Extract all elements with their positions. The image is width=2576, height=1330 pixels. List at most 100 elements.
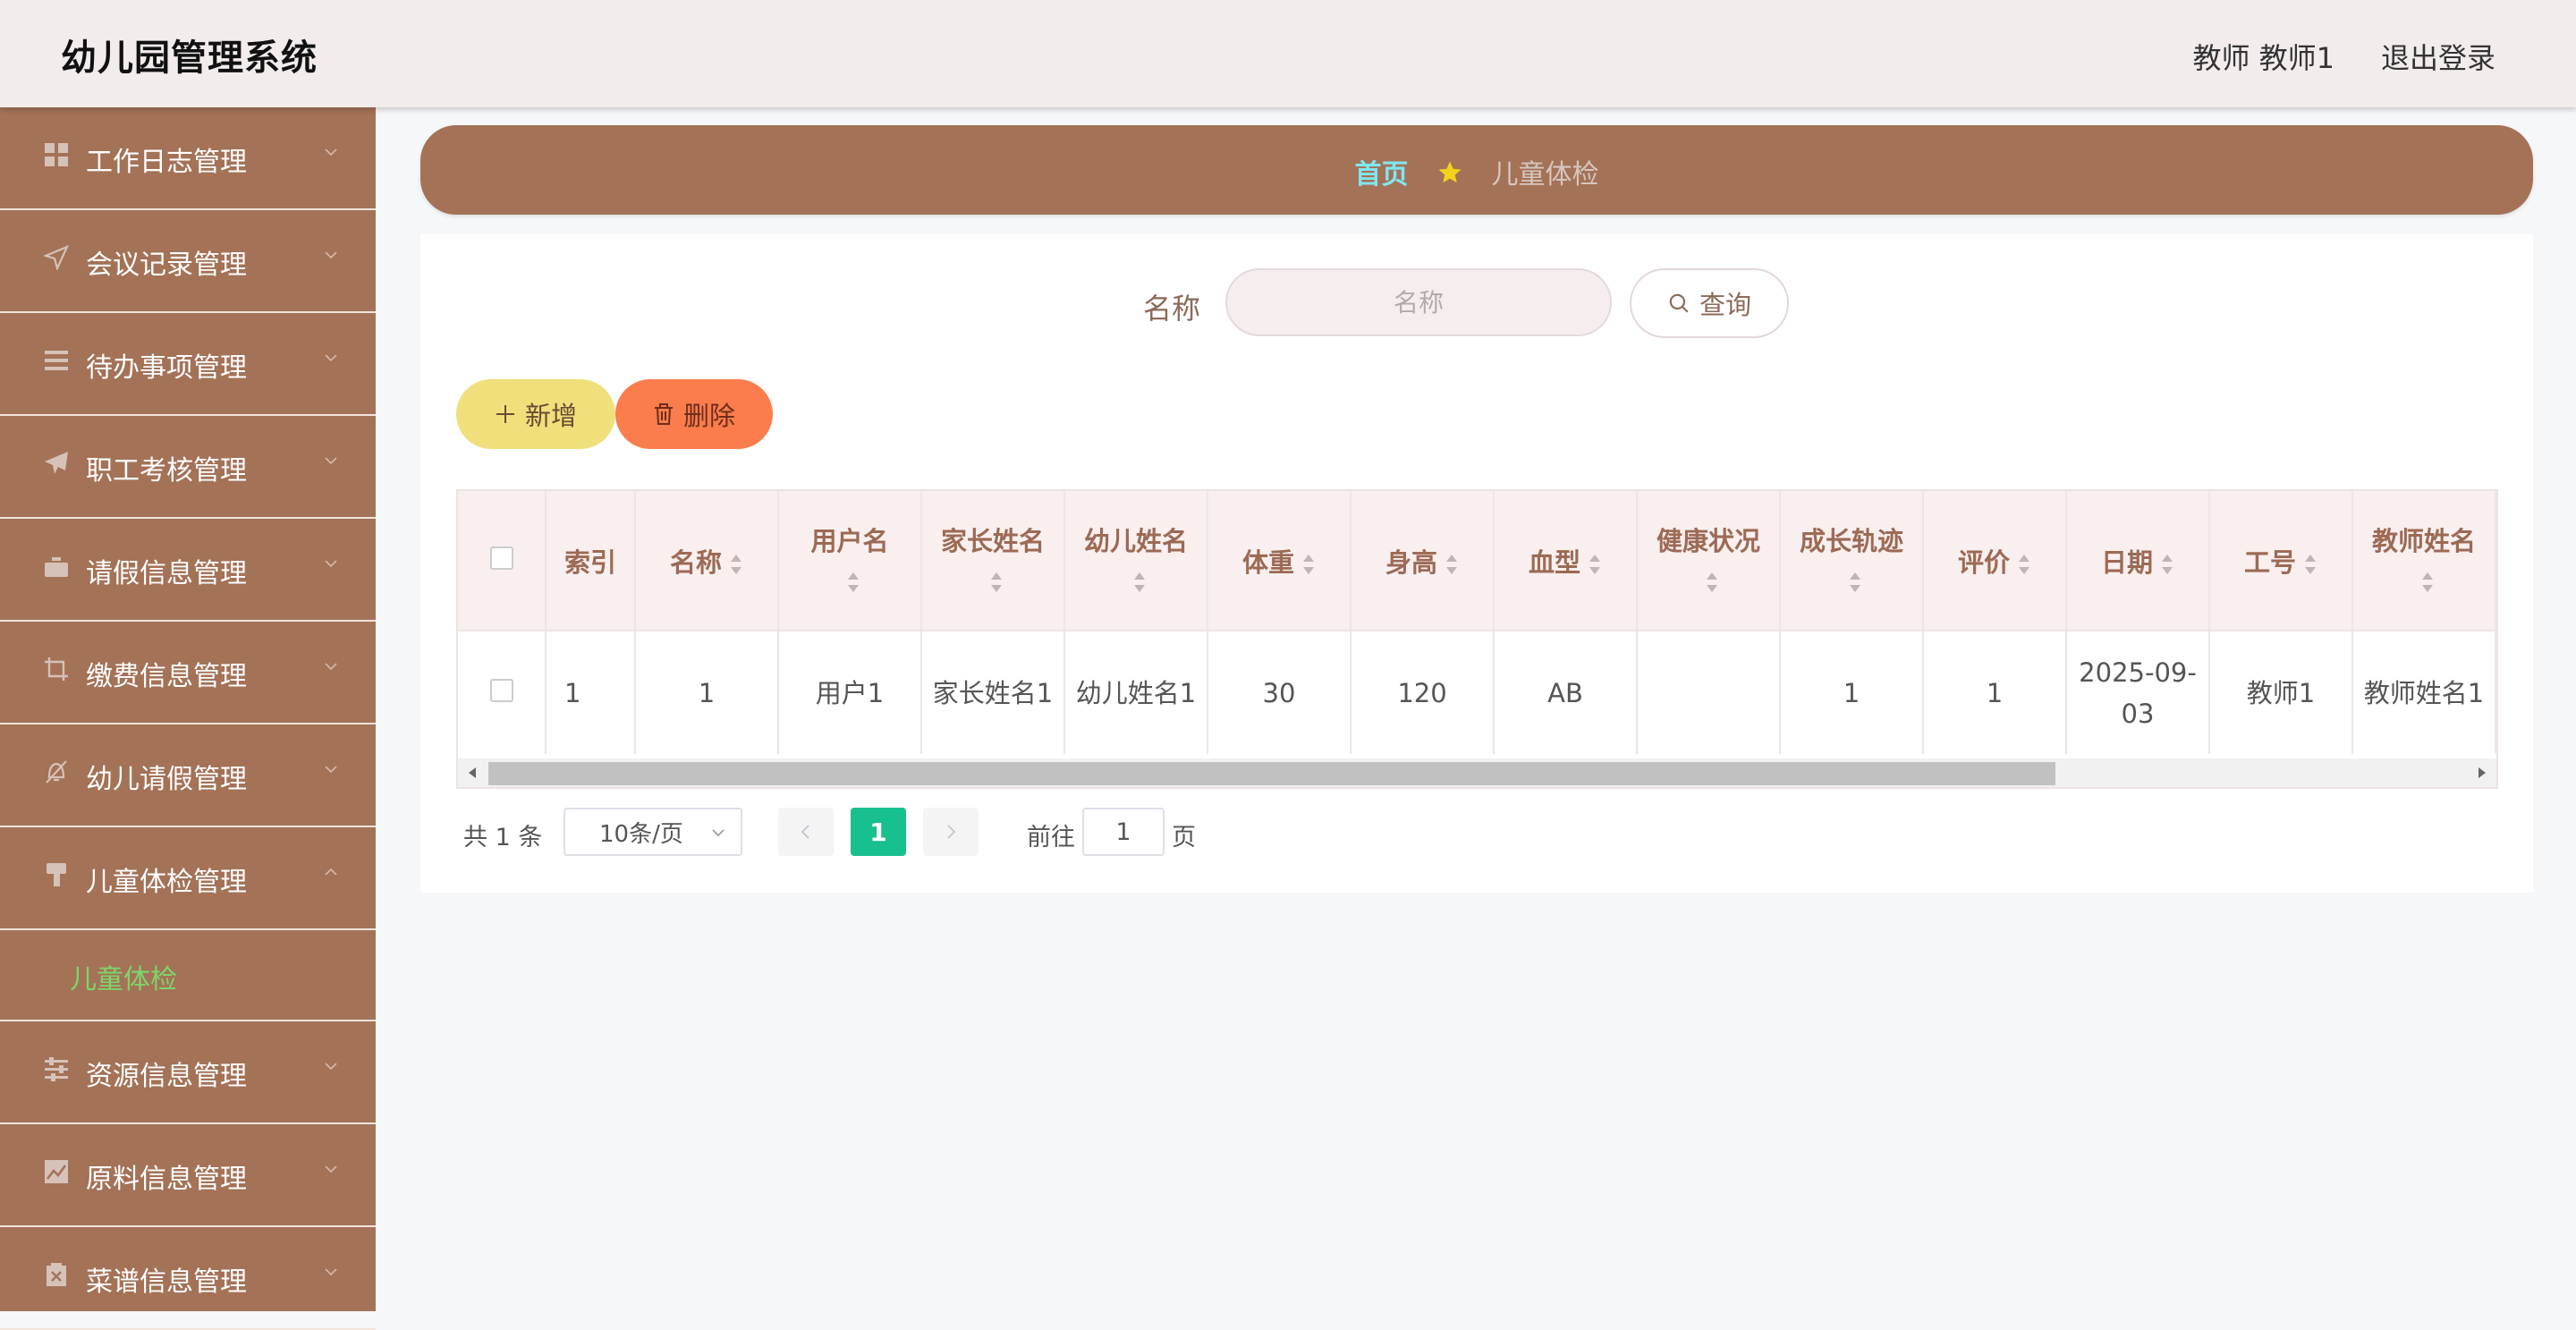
table-cell: AB bbox=[1494, 631, 1638, 754]
paper-plane-icon bbox=[43, 450, 70, 477]
sidebar-item-resource[interactable]: 资源信息管理 bbox=[0, 1021, 376, 1124]
column-header[interactable]: 幼儿姓名 bbox=[1064, 491, 1208, 631]
chevron-down-icon bbox=[325, 251, 337, 259]
table-row[interactable]: 1 1 用户1 家长姓名1 幼儿姓名1 30 120 AB 1 1 2025-0… bbox=[458, 631, 2496, 754]
column-header[interactable]: 工号 bbox=[2209, 491, 2353, 631]
column-header[interactable]: 评价 bbox=[1923, 491, 2067, 631]
column-header-label: 成长轨迹 bbox=[1799, 525, 1903, 556]
sort-icon[interactable] bbox=[2420, 571, 2435, 594]
scroll-right-icon[interactable] bbox=[2477, 766, 2487, 780]
current-user: 教师 教师1 bbox=[2192, 41, 2334, 75]
add-button[interactable]: 新增 bbox=[456, 379, 615, 449]
star-icon bbox=[1436, 159, 1463, 193]
chevron-down-icon bbox=[325, 1268, 337, 1276]
sidebar-item-recipe[interactable]: 菜谱信息管理 bbox=[0, 1227, 376, 1330]
column-header[interactable]: 成长轨迹 bbox=[1780, 491, 1924, 631]
plus-icon bbox=[495, 403, 516, 425]
scrollbar-thumb[interactable] bbox=[488, 762, 2055, 785]
next-page-button[interactable] bbox=[923, 808, 979, 856]
page-number-current[interactable]: 1 bbox=[851, 808, 906, 856]
column-header[interactable]: 血型 bbox=[1494, 491, 1638, 631]
sort-icon[interactable] bbox=[989, 571, 1004, 594]
table-cell: 1 bbox=[1780, 631, 1924, 754]
search-input[interactable] bbox=[1225, 268, 1612, 336]
sort-icon[interactable] bbox=[1445, 553, 1459, 576]
breadcrumb: 首页 儿童体检 bbox=[420, 125, 2533, 215]
sort-icon[interactable] bbox=[1705, 571, 1719, 594]
sort-icon[interactable] bbox=[846, 571, 860, 594]
sidebar-item-work-log[interactable]: 工作日志管理 bbox=[0, 107, 376, 210]
column-header[interactable]: 用户名 bbox=[778, 491, 922, 631]
query-button[interactable]: 查询 bbox=[1630, 268, 1789, 338]
sort-icon[interactable] bbox=[2017, 553, 2031, 576]
chevron-down-icon bbox=[325, 766, 337, 774]
suitcase-icon bbox=[43, 553, 70, 580]
sort-icon[interactable] bbox=[2160, 553, 2174, 576]
prev-page-button[interactable] bbox=[778, 808, 834, 856]
column-header[interactable]: 日期 bbox=[2066, 491, 2210, 631]
column-header[interactable]: 身高 bbox=[1351, 491, 1495, 631]
column-header-label: 健康状况 bbox=[1656, 525, 1760, 556]
chevron-down-icon bbox=[325, 560, 337, 568]
chevron-down-icon bbox=[325, 1063, 337, 1071]
column-header[interactable]: 教师姓名 bbox=[2352, 491, 2496, 631]
column-header-label: 日期 bbox=[2100, 546, 2153, 578]
chevron-down-icon bbox=[325, 663, 337, 671]
goto-page-input[interactable] bbox=[1082, 808, 1165, 856]
breadcrumb-home[interactable]: 首页 bbox=[1354, 159, 1408, 191]
sidebar: 工作日志管理 会议记录管理 待办事项管理 职工考核管理 请假信息管理 缴费信息管 bbox=[0, 107, 376, 1330]
select-all-checkbox[interactable] bbox=[489, 546, 513, 570]
horizontal-scrollbar[interactable] bbox=[458, 758, 2496, 787]
sidebar-item-child-leave[interactable]: 幼儿请假管理 bbox=[0, 724, 376, 827]
column-header-label: 工号 bbox=[2243, 546, 2296, 578]
sidebar-item-meeting[interactable]: 会议记录管理 bbox=[0, 210, 376, 313]
column-header[interactable]: 体重 bbox=[1208, 491, 1352, 631]
top-header: 幼儿园管理系统 教师 教师1 退出登录 bbox=[0, 0, 2576, 107]
column-header[interactable]: 名称 bbox=[635, 491, 779, 631]
column-header[interactable]: 家长姓名 bbox=[921, 491, 1065, 631]
pagination-total: 共 1 条 bbox=[463, 824, 543, 851]
delete-button[interactable]: 删除 bbox=[615, 379, 773, 449]
sidebar-item-label: 幼儿请假管理 bbox=[86, 764, 247, 795]
data-table: 索引 名称 用户名 家长姓名 幼儿姓名 体重 身高 血型 健康状况 成长轨迹 评… bbox=[456, 489, 2498, 789]
sidebar-item-child-checkup[interactable]: 儿童体检管理 bbox=[0, 827, 376, 930]
row-checkbox[interactable] bbox=[489, 678, 513, 702]
table-cell: 2025-09-03 bbox=[2066, 631, 2210, 754]
column-header: 索引 bbox=[546, 491, 636, 631]
sidebar-item-staff-review[interactable]: 职工考核管理 bbox=[0, 416, 376, 519]
sidebar-item-leave-info[interactable]: 请假信息管理 bbox=[0, 519, 376, 622]
sort-icon[interactable] bbox=[2303, 553, 2318, 576]
table-cell: 1 bbox=[1923, 631, 2067, 754]
submenu-label: 儿童体检 bbox=[70, 964, 177, 995]
submenu-child-checkup[interactable]: 儿童体检 bbox=[0, 930, 376, 1021]
column-header-label: 评价 bbox=[1957, 546, 2010, 578]
sort-icon[interactable] bbox=[1132, 571, 1147, 594]
brush-icon bbox=[43, 861, 70, 888]
sidebar-item-label: 待办事项管理 bbox=[86, 352, 247, 384]
bell-off-icon bbox=[43, 758, 70, 785]
scroll-left-icon[interactable] bbox=[467, 766, 478, 780]
page-size-select[interactable]: 10条/页 bbox=[564, 808, 742, 856]
trash-icon bbox=[653, 402, 674, 426]
box-icon bbox=[43, 1261, 70, 1288]
sort-icon[interactable] bbox=[1588, 553, 1602, 576]
sidebar-item-label: 儿童体检管理 bbox=[86, 867, 247, 898]
sidebar-item-payment[interactable]: 缴费信息管理 bbox=[0, 622, 376, 724]
column-header-label: 用户名 bbox=[810, 525, 889, 556]
table-cell: 30 bbox=[1208, 631, 1352, 754]
column-header-label: 家长姓名 bbox=[940, 525, 1045, 556]
sidebar-item-material[interactable]: 原料信息管理 bbox=[0, 1124, 376, 1227]
app-title: 幼儿园管理系统 bbox=[61, 38, 318, 79]
sliders-icon bbox=[43, 1055, 70, 1082]
column-header-label: 身高 bbox=[1385, 546, 1437, 578]
sort-icon[interactable] bbox=[1301, 553, 1316, 576]
sort-icon[interactable] bbox=[729, 553, 743, 576]
sort-icon[interactable] bbox=[1848, 571, 1862, 594]
search-label: 名称 bbox=[1143, 292, 1201, 326]
table-cell: 幼儿姓名1 bbox=[1064, 631, 1208, 754]
chevron-up-icon bbox=[325, 868, 337, 876]
logout-link[interactable]: 退出登录 bbox=[2381, 36, 2496, 77]
column-header[interactable]: 健康状况 bbox=[1637, 491, 1781, 631]
sidebar-item-label: 缴费信息管理 bbox=[86, 661, 247, 692]
sidebar-item-todo[interactable]: 待办事项管理 bbox=[0, 313, 376, 416]
